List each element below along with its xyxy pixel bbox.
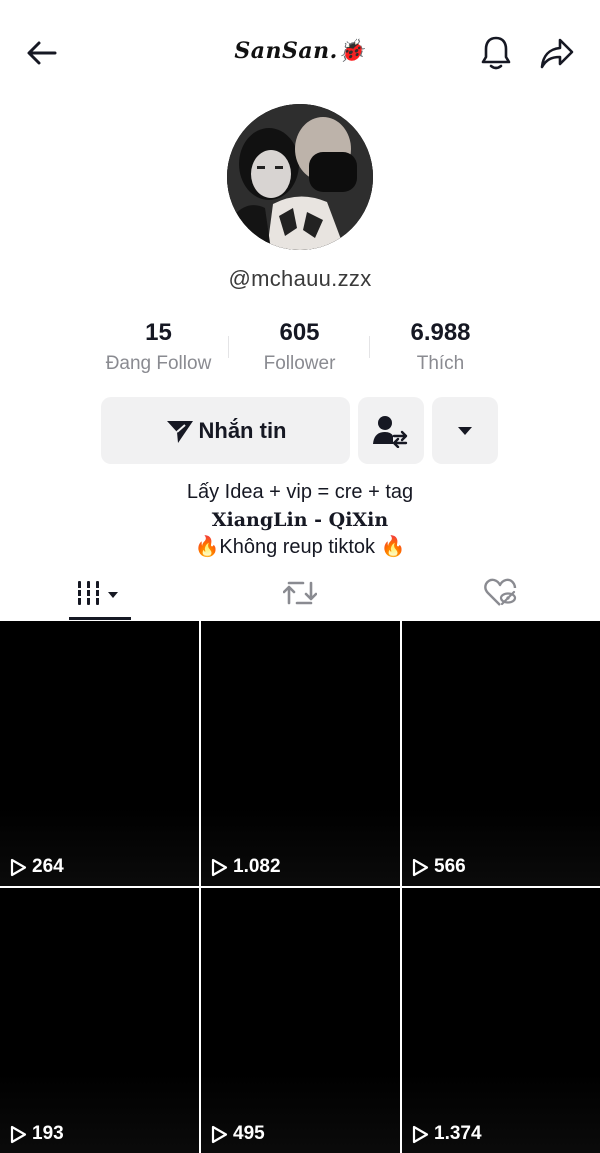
view-count-value: 566 bbox=[434, 856, 466, 877]
stat-label: Thích bbox=[416, 353, 465, 374]
stat-value: 6.988 bbox=[410, 319, 471, 346]
stat-following[interactable]: 15 Đang Follow bbox=[88, 318, 229, 382]
action-buttons: Nhắn tin bbox=[101, 397, 498, 464]
view-count: 1.374 bbox=[412, 1123, 482, 1145]
video-thumbnail[interactable]: 1.374 bbox=[402, 888, 600, 1153]
top-bar: SanSan.🐞 bbox=[0, 0, 600, 105]
notifications-button[interactable] bbox=[472, 29, 520, 77]
play-icon bbox=[10, 858, 27, 876]
view-count-value: 1.082 bbox=[233, 856, 281, 877]
video-thumbnail[interactable]: 495 bbox=[201, 888, 400, 1153]
video-thumbnail[interactable]: 193 bbox=[0, 888, 199, 1153]
bio-line: XiangLin - QiXin bbox=[211, 508, 389, 531]
bio: Lấy Idea + vip = cre + tag XiangLin - Qi… bbox=[0, 478, 600, 561]
play-icon bbox=[211, 858, 228, 876]
share-button[interactable] bbox=[533, 29, 581, 77]
view-count: 1.082 bbox=[211, 856, 281, 878]
view-count-value: 193 bbox=[32, 1123, 64, 1144]
stat-label: Đang Follow bbox=[105, 353, 212, 374]
hidden-heart-icon bbox=[484, 578, 517, 606]
stats-row: 15 Đang Follow 605 Follower 6.988 Thích bbox=[88, 318, 512, 382]
avatar[interactable] bbox=[227, 104, 373, 250]
avatar-photo bbox=[227, 104, 373, 250]
stat-label: Follower bbox=[263, 353, 336, 374]
view-count: 566 bbox=[412, 856, 466, 878]
friend-status-button[interactable] bbox=[358, 397, 424, 464]
stat-value: 15 bbox=[145, 319, 172, 346]
tab-videos[interactable] bbox=[0, 565, 200, 621]
play-icon bbox=[412, 858, 429, 876]
view-count: 495 bbox=[211, 1123, 265, 1145]
stat-likes[interactable]: 6.988 Thích bbox=[370, 318, 511, 382]
play-icon bbox=[412, 1125, 429, 1143]
view-count: 264 bbox=[10, 856, 64, 878]
tab-reposts[interactable] bbox=[200, 565, 400, 621]
view-count-value: 495 bbox=[233, 1123, 265, 1144]
active-tab-indicator bbox=[69, 617, 131, 620]
play-icon bbox=[10, 1125, 27, 1143]
video-grid: 264 1.082 566 193 495 1.374 bbox=[0, 621, 600, 1153]
swap-friend-icon bbox=[373, 415, 408, 448]
bio-line: Lấy Idea + vip = cre + tag bbox=[186, 481, 414, 503]
view-count-value: 1.374 bbox=[434, 1123, 482, 1144]
view-count-value: 264 bbox=[32, 856, 64, 877]
repost-icon bbox=[283, 581, 317, 605]
message-button[interactable]: Nhắn tin bbox=[101, 397, 350, 464]
grid-lines-icon bbox=[77, 581, 118, 605]
caret-down-icon bbox=[458, 426, 472, 435]
bell-icon bbox=[481, 36, 511, 70]
username: @mchauu.zzx bbox=[228, 266, 372, 291]
video-thumbnail[interactable]: 1.082 bbox=[201, 621, 400, 886]
play-icon bbox=[211, 1125, 228, 1143]
bio-line: 🔥Không reup tiktok 🔥 bbox=[194, 536, 406, 558]
more-options-button[interactable] bbox=[432, 397, 498, 464]
video-thumbnail[interactable]: 264 bbox=[0, 621, 199, 886]
message-button-label: Nhắn tin bbox=[198, 417, 287, 443]
stat-followers[interactable]: 605 Follower bbox=[229, 318, 370, 382]
tab-liked[interactable] bbox=[400, 565, 600, 621]
share-arrow-icon bbox=[540, 38, 574, 69]
stat-value: 605 bbox=[279, 319, 320, 346]
video-thumbnail[interactable]: 566 bbox=[402, 621, 600, 886]
content-tabs bbox=[0, 565, 600, 621]
send-icon bbox=[166, 420, 193, 443]
view-count: 193 bbox=[10, 1123, 64, 1145]
